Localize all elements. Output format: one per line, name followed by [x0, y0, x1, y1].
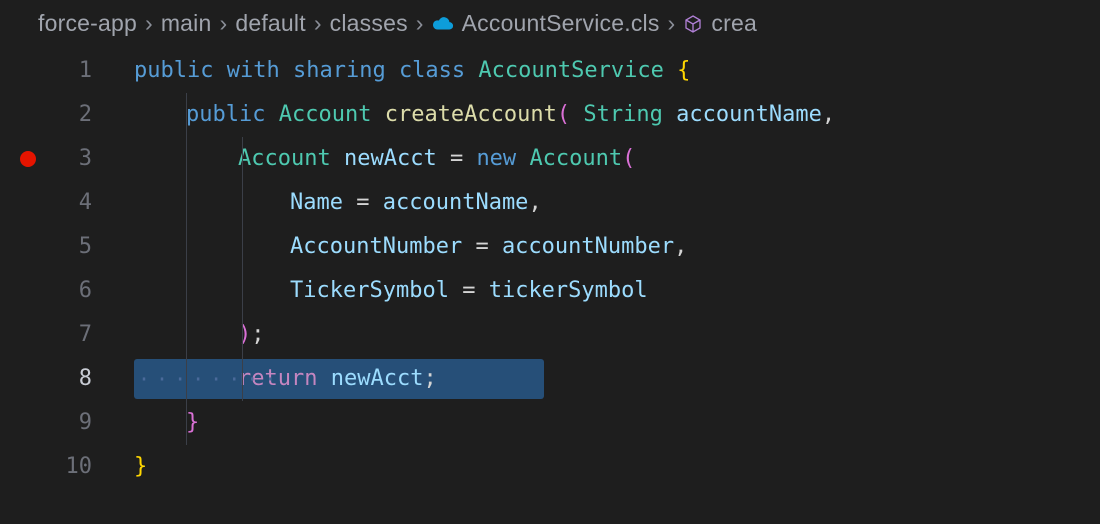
code-line[interactable]: 9} — [0, 401, 1100, 445]
token-punc: , — [674, 225, 687, 269]
code-line[interactable]: 4Name = accountName, — [0, 181, 1100, 225]
code-line[interactable]: 1public with sharing class AccountServic… — [0, 49, 1100, 93]
line-number[interactable]: 9 — [0, 401, 116, 445]
indent-guide — [186, 137, 187, 181]
indent-guide — [186, 401, 187, 445]
indent-guide — [242, 313, 243, 357]
line-number[interactable]: 3 — [0, 137, 116, 181]
code-content[interactable]: ········return newAcct; — [116, 357, 437, 401]
token-brace2: { — [677, 49, 690, 93]
line-number[interactable]: 1 — [0, 49, 116, 93]
token-type: Account — [529, 137, 622, 181]
token-id: accountName — [676, 93, 822, 137]
code-content[interactable]: public with sharing class AccountService… — [116, 49, 690, 93]
line-number[interactable]: 6 — [0, 269, 116, 313]
token-punc: = — [356, 181, 369, 225]
token-fn: createAccount — [385, 93, 557, 137]
token-brace2: } — [134, 445, 147, 489]
chevron-right-icon: › — [416, 10, 424, 37]
code-line[interactable]: 2public Account createAccount( String ac… — [0, 93, 1100, 137]
breadcrumb-item[interactable]: classes — [330, 10, 408, 37]
breadcrumb-item[interactable]: main — [161, 10, 212, 37]
token-id: accountName — [383, 181, 529, 225]
line-number[interactable]: 7 — [0, 313, 116, 357]
line-number[interactable]: 8 — [0, 357, 116, 401]
chevron-right-icon: › — [219, 10, 227, 37]
code-content[interactable]: AccountNumber = accountNumber, — [116, 225, 687, 269]
token-brace: ( — [557, 93, 570, 137]
breadcrumb-item[interactable]: default — [235, 10, 305, 37]
breadcrumb-item[interactable]: AccountService.cls — [462, 10, 660, 37]
token-id: accountNumber — [502, 225, 674, 269]
token-kw: with — [227, 49, 280, 93]
token-type: String — [583, 93, 662, 137]
code-line[interactable]: 7); — [0, 313, 1100, 357]
indent-guide — [186, 269, 187, 313]
token-kw: new — [476, 137, 516, 181]
chevron-right-icon: › — [145, 10, 153, 37]
code-content[interactable]: } — [116, 401, 199, 445]
token-kw: sharing — [293, 49, 386, 93]
code-content[interactable]: ); — [116, 313, 265, 357]
token-type: Account — [279, 93, 372, 137]
indent-guide — [186, 313, 187, 357]
token-id: tickerSymbol — [489, 269, 648, 313]
token-id: Name — [290, 181, 343, 225]
code-line[interactable]: 3Account newAcct = new Account( — [0, 137, 1100, 181]
code-content[interactable]: Name = accountName, — [116, 181, 542, 225]
token-punc: ; — [423, 357, 436, 401]
token-brace: } — [186, 401, 199, 445]
code-line[interactable]: 5AccountNumber = accountNumber, — [0, 225, 1100, 269]
indent-guide — [242, 225, 243, 269]
whitespace-indicator: ········ — [138, 357, 282, 401]
token-id: newAcct — [331, 357, 424, 401]
code-line[interactable]: 6TickerSymbol = tickerSymbol — [0, 269, 1100, 313]
code-content[interactable]: public Account createAccount( String acc… — [116, 93, 835, 137]
chevron-right-icon: › — [314, 10, 322, 37]
code-content[interactable]: TickerSymbol = tickerSymbol — [116, 269, 648, 313]
code-line[interactable]: 10} — [0, 445, 1100, 489]
breadcrumb-item[interactable]: force-app — [38, 10, 137, 37]
code-editor[interactable]: 1public with sharing class AccountServic… — [0, 49, 1100, 489]
breadcrumb-item[interactable]: crea — [711, 10, 757, 37]
token-punc: , — [822, 93, 835, 137]
token-punc: , — [528, 181, 541, 225]
token-kw: class — [399, 49, 465, 93]
token-type: Account — [238, 137, 331, 181]
token-punc: = — [475, 225, 488, 269]
token-punc: = — [462, 269, 475, 313]
chevron-right-icon: › — [668, 10, 676, 37]
line-number[interactable]: 2 — [0, 93, 116, 137]
token-type: AccountService — [478, 49, 663, 93]
token-id: AccountNumber — [290, 225, 462, 269]
line-number[interactable]: 5 — [0, 225, 116, 269]
indent-guide — [242, 137, 243, 181]
cube-icon — [683, 14, 703, 34]
token-id: TickerSymbol — [290, 269, 449, 313]
indent-guide — [242, 269, 243, 313]
code-line[interactable]: 8········return newAcct; — [0, 357, 1100, 401]
breakpoint-icon[interactable] — [20, 151, 36, 167]
token-punc: = — [450, 137, 463, 181]
token-kw: public — [186, 93, 265, 137]
line-number[interactable]: 10 — [0, 445, 116, 489]
breadcrumb[interactable]: force-app › main › default › classes › A… — [0, 0, 1100, 49]
token-kw: public — [134, 49, 213, 93]
cloud-icon — [432, 16, 454, 32]
token-id: newAcct — [344, 137, 437, 181]
indent-guide — [186, 93, 187, 137]
token-brace: ( — [622, 137, 635, 181]
indent-guide — [186, 225, 187, 269]
indent-guide — [242, 181, 243, 225]
token-punc: ; — [251, 313, 264, 357]
token-brace: ) — [238, 313, 251, 357]
code-content[interactable]: } — [116, 445, 147, 489]
line-number[interactable]: 4 — [0, 181, 116, 225]
code-content[interactable]: Account newAcct = new Account( — [116, 137, 635, 181]
indent-guide — [186, 181, 187, 225]
